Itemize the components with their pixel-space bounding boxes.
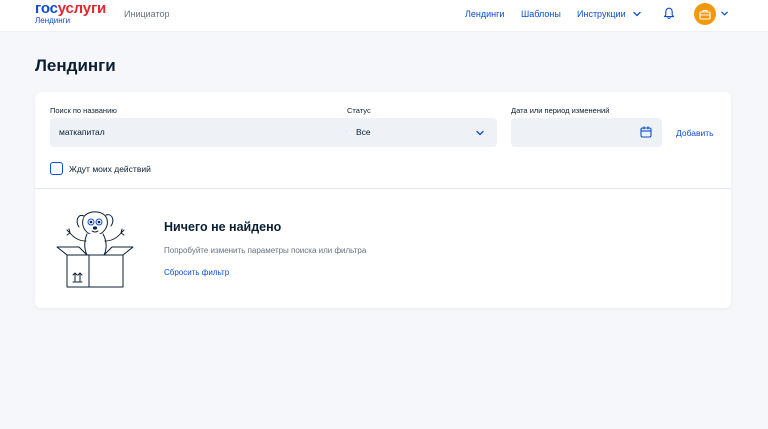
gosuslugi-logo[interactable]: госуслуги Лендинги — [35, 1, 106, 25]
nav-instructions[interactable]: Инструкции — [577, 9, 626, 19]
logo-wordmark: госуслуги — [35, 1, 106, 16]
avatar[interactable] — [694, 3, 716, 25]
top-header: госуслуги Лендинги Инициатор Лендинги Ша… — [0, 0, 768, 32]
status-select[interactable]: Все — [347, 118, 497, 147]
avatar-chevron-down-icon[interactable] — [720, 9, 729, 18]
nav-landings[interactable]: Лендинги — [465, 9, 504, 19]
search-label: Поиск по названию — [50, 106, 117, 115]
awaiting-my-actions-checkbox[interactable] — [50, 162, 63, 175]
divider — [35, 188, 731, 189]
briefcase-icon — [699, 9, 711, 20]
search-input[interactable]: маткапитал — [50, 118, 373, 147]
landings-card: Поиск по названию маткапитал Статус Все … — [35, 92, 731, 308]
logo-part-uslugi: услуги — [57, 0, 107, 17]
nav-templates[interactable]: Шаблоны — [521, 9, 561, 19]
search-input-value: маткапитал — [59, 127, 105, 137]
date-input[interactable] — [511, 118, 662, 147]
calendar-icon[interactable] — [640, 126, 652, 138]
empty-state-description: Попробуйте изменить параметры поиска или… — [164, 246, 367, 255]
reset-filter-link[interactable]: Сбросить фильтр — [164, 268, 229, 277]
awaiting-my-actions-label[interactable]: Ждут моих действий — [69, 164, 151, 174]
date-label: Дата или период изменений — [511, 106, 610, 115]
user-role: Инициатор — [124, 9, 170, 19]
chevron-down-icon[interactable] — [632, 9, 642, 19]
chevron-down-icon[interactable] — [475, 128, 485, 138]
logo-subtitle: Лендинги — [35, 16, 71, 25]
bell-icon[interactable] — [663, 7, 675, 20]
status-select-value: Все — [356, 127, 371, 137]
status-label: Статус — [347, 106, 371, 115]
empty-state-title: Ничего не найдено — [164, 220, 282, 234]
add-button[interactable]: Добавить — [676, 128, 714, 138]
logo-part-gos: гос — [35, 0, 58, 17]
page-title: Лендинги — [35, 56, 116, 75]
empty-dog-in-box-illustration — [56, 211, 134, 288]
